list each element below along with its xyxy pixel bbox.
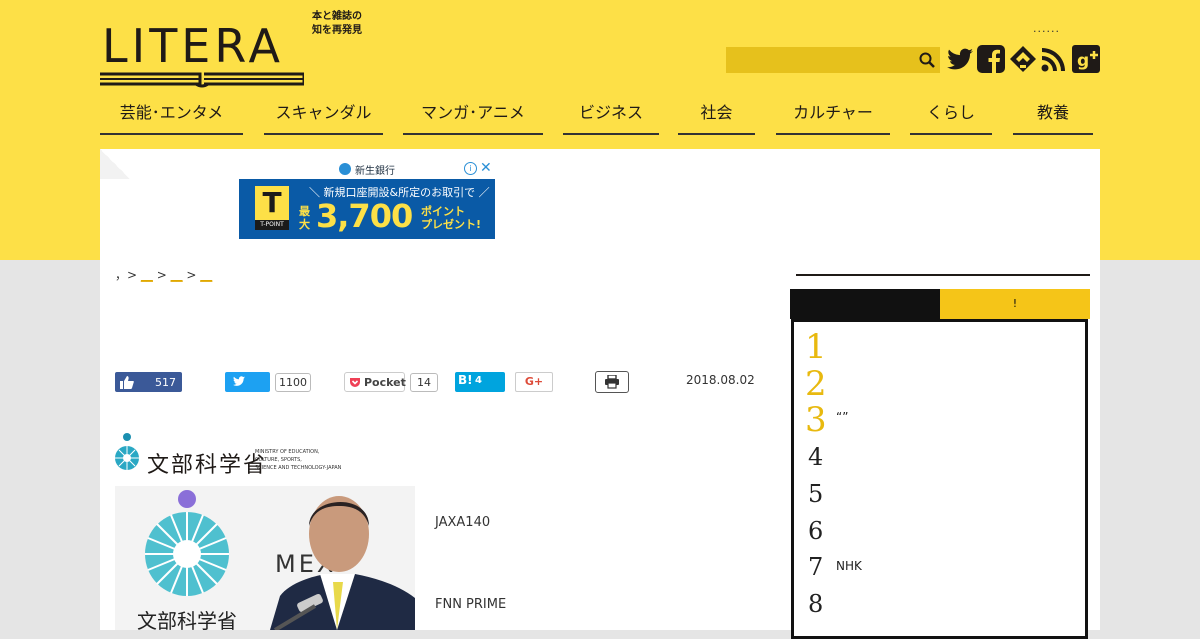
facebook-like-button[interactable]: 517 bbox=[115, 372, 182, 392]
twitter-share-button[interactable] bbox=[225, 372, 270, 392]
hatena-bookmark-button[interactable]: B! 4 bbox=[455, 372, 505, 392]
nav-item-culture[interactable]: カルチャー bbox=[776, 97, 890, 135]
breadcrumb-link[interactable]: __ bbox=[141, 268, 153, 282]
ranking-tab-2[interactable]: ! bbox=[940, 289, 1090, 319]
tpoint-logo: T T-POINT bbox=[255, 186, 289, 230]
rank-number: 8 bbox=[808, 590, 824, 618]
pocket-label: Pocket bbox=[364, 376, 406, 389]
nav-item-business[interactable]: ビジネス bbox=[563, 97, 659, 135]
rank-number: 6 bbox=[808, 517, 824, 545]
sidebar-divider bbox=[796, 274, 1090, 276]
twitter-share-count: 1100 bbox=[275, 373, 311, 392]
ad-point-label: ポイント プレゼント! bbox=[421, 205, 482, 231]
logo-text: LITERA bbox=[102, 19, 284, 73]
ranking-list bbox=[791, 319, 1088, 639]
thumbs-up-icon bbox=[120, 376, 134, 389]
article-photo: 文部科学省 MEX bbox=[115, 486, 415, 630]
ad-info-icon[interactable]: i bbox=[464, 162, 477, 175]
nav-item-kurashi[interactable]: くらし bbox=[910, 97, 992, 135]
hatena-count: 4 bbox=[475, 375, 482, 386]
twitter-icon[interactable] bbox=[945, 44, 975, 74]
search-input[interactable] bbox=[726, 47, 910, 73]
tagline: 本と雑誌の 知を再発見 bbox=[312, 11, 362, 36]
printer-icon bbox=[605, 375, 619, 389]
article-paragraph: FNN PRIME bbox=[435, 597, 507, 612]
nav-item-scandal[interactable]: スキャンダル bbox=[264, 97, 383, 135]
mext-logo: 文部科学省 MINISTRY OF EDUCATION, CULTURE, SP… bbox=[115, 432, 355, 478]
rank-number: 4 bbox=[808, 443, 824, 471]
breadcrumb: ，> __ > __ > __ bbox=[115, 268, 213, 282]
facebook-like-count: 517 bbox=[155, 376, 176, 389]
nav-item-entertainment[interactable]: 芸能･エンタメ bbox=[100, 97, 243, 135]
nav-item-society[interactable]: 社会 bbox=[678, 97, 755, 135]
breadcrumb-link[interactable]: __ bbox=[171, 268, 183, 282]
site-logo[interactable]: LITERA bbox=[100, 16, 305, 88]
rank-title[interactable]: “” bbox=[836, 410, 848, 424]
hatena-label: B! bbox=[458, 373, 473, 387]
rank-number: 2 bbox=[805, 364, 827, 404]
search-box bbox=[726, 47, 940, 73]
ad-bank-name: 新生銀行 bbox=[355, 166, 395, 177]
twitter-bird-icon bbox=[233, 376, 245, 386]
photo-mext-name: 文部科学省 bbox=[137, 609, 237, 630]
ad-close-icon[interactable]: ✕ bbox=[480, 160, 492, 176]
page-fold-corner bbox=[100, 149, 130, 179]
google-plus-share-button[interactable]: G+ bbox=[515, 372, 553, 392]
rank-number: 1 bbox=[805, 327, 827, 367]
article-date: 2018.08.02 bbox=[686, 373, 755, 387]
rank-title[interactable]: NHK bbox=[836, 559, 862, 573]
nav-item-manga-anime[interactable]: マンガ･アニメ bbox=[403, 97, 543, 135]
ad-banner[interactable]: 新生銀行 i ✕ T T-POINT ＼ 新規口座開設&所定のお取引で ／ 最大… bbox=[239, 159, 495, 239]
rss-icon[interactable] bbox=[1039, 44, 1069, 74]
pocket-icon bbox=[350, 378, 360, 387]
mext-emblem-icon bbox=[115, 433, 139, 470]
article-paragraph: JAXA140 bbox=[435, 515, 491, 530]
ranking-tabs: ! bbox=[790, 289, 1090, 319]
google-plus-icon[interactable]: g bbox=[1071, 44, 1101, 74]
main-nav: 芸能･エンタメ スキャンダル マンガ･アニメ ビジネス 社会 カルチャー くらし… bbox=[100, 97, 1100, 137]
nav-item-kyoyo[interactable]: 教養 bbox=[1013, 97, 1093, 135]
print-button[interactable] bbox=[595, 371, 629, 393]
rank-number: 5 bbox=[808, 480, 824, 508]
rank-number: 7 bbox=[808, 553, 824, 581]
svg-text:g: g bbox=[1077, 51, 1089, 71]
mext-name: 文部科学省 bbox=[147, 453, 268, 478]
feedly-icon[interactable] bbox=[1008, 44, 1038, 74]
ranking-tab-1[interactable] bbox=[790, 289, 940, 319]
breadcrumb-link[interactable]: __ bbox=[200, 268, 212, 282]
facebook-icon[interactable] bbox=[976, 44, 1006, 74]
pocket-button[interactable]: Pocket bbox=[344, 372, 406, 392]
header-dots: ...... bbox=[1033, 22, 1060, 35]
book-icon bbox=[100, 72, 304, 88]
ad-max-label: 最大 bbox=[299, 205, 310, 231]
pocket-count: 14 bbox=[410, 373, 438, 392]
search-icon[interactable] bbox=[918, 51, 936, 69]
rank-number: 3 bbox=[805, 400, 827, 440]
ad-amount: 3,700 bbox=[316, 197, 413, 235]
press-conference-image: 文部科学省 MEX bbox=[115, 486, 415, 630]
mext-english-name: MINISTRY OF EDUCATION, CULTURE, SPORTS, … bbox=[255, 449, 342, 471]
bank-logo-icon bbox=[339, 163, 351, 175]
